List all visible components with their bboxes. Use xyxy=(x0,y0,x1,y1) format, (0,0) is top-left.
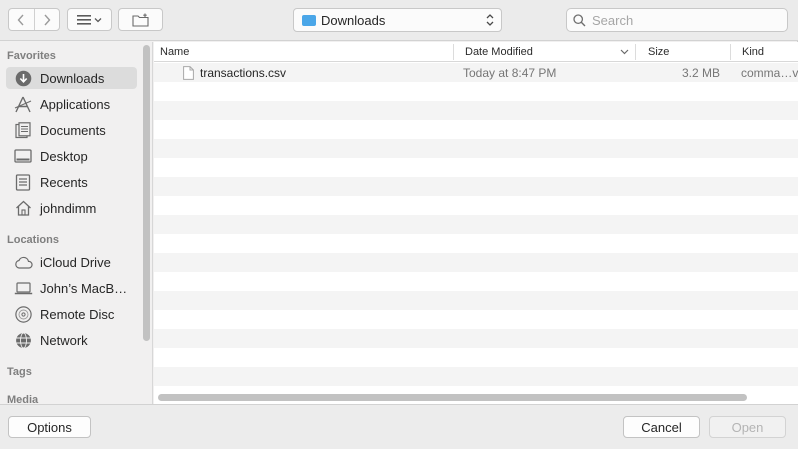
search-input[interactable] xyxy=(592,12,772,28)
back-button[interactable] xyxy=(9,9,34,30)
file-icon xyxy=(183,63,194,82)
table-row xyxy=(154,253,798,272)
table-row xyxy=(154,272,798,291)
sidebar-item-label: iCloud Drive xyxy=(40,254,111,270)
file-size: 3.2 MB xyxy=(681,65,720,80)
sidebar-item-desktop[interactable]: Desktop xyxy=(6,145,137,167)
sidebar-item-applications[interactable]: Applications xyxy=(6,93,137,115)
column-header-name[interactable]: Name xyxy=(154,42,453,62)
column-header-size[interactable]: Size xyxy=(642,42,730,62)
column-divider[interactable] xyxy=(635,44,636,60)
sidebar-item-label: Network xyxy=(40,332,88,348)
back-forward-control xyxy=(8,8,60,31)
locations-heading: Locations xyxy=(7,234,59,246)
sidebar: Favorites Downloads Applications Documen… xyxy=(0,42,153,404)
view-options-button[interactable] xyxy=(67,8,112,31)
sidebar-item-label: Recents xyxy=(40,174,88,190)
file-list: Name Date Modified Size Kind transaction… xyxy=(154,42,798,404)
sidebar-item-label: Documents xyxy=(40,122,106,138)
sidebar-item-icloud-drive[interactable]: iCloud Drive xyxy=(6,251,137,273)
column-divider[interactable] xyxy=(730,44,731,60)
new-folder-icon xyxy=(131,13,149,27)
favorites-heading: Favorites xyxy=(7,50,56,62)
sidebar-item-label: Desktop xyxy=(40,148,88,164)
search-field[interactable] xyxy=(566,8,788,32)
open-button[interactable]: Open xyxy=(709,416,786,438)
table-row xyxy=(154,348,798,367)
search-icon xyxy=(573,13,586,26)
table-row xyxy=(154,177,798,196)
sort-chevron-down-icon xyxy=(620,49,629,55)
table-row xyxy=(154,329,798,348)
table-row-transactions-csv[interactable]: transactions.csv Today at 8:47 PM 3.2 MB… xyxy=(154,63,798,82)
sidebar-item-recents[interactable]: Recents xyxy=(6,171,137,193)
network-icon xyxy=(13,331,33,349)
desktop-icon xyxy=(13,147,33,165)
table-row xyxy=(154,196,798,215)
location-popup[interactable]: Downloads xyxy=(293,8,502,32)
bottom-bar: Options Cancel Open xyxy=(0,404,798,449)
sidebar-item-macbook[interactable]: John’s MacB… xyxy=(6,277,137,299)
sidebar-item-documents[interactable]: Documents xyxy=(6,119,137,141)
new-folder-button[interactable] xyxy=(118,8,163,31)
column-header-kind[interactable]: Kind xyxy=(736,42,798,62)
table-row xyxy=(154,158,798,177)
column-header: Name Date Modified Size Kind xyxy=(154,42,798,62)
recents-icon xyxy=(13,173,33,191)
sidebar-item-downloads[interactable]: Downloads xyxy=(6,67,137,89)
media-heading: Media xyxy=(7,394,39,404)
sidebar-item-label: John’s MacB… xyxy=(40,280,128,296)
chevron-right-icon xyxy=(44,14,51,25)
table-row xyxy=(154,234,798,253)
table-row xyxy=(154,291,798,310)
forward-button[interactable] xyxy=(33,9,60,30)
sidebar-item-home[interactable]: johndimm xyxy=(6,197,137,219)
sidebar-item-label: Applications xyxy=(40,96,111,112)
file-kind: comma…v xyxy=(741,65,798,80)
cancel-button[interactable]: Cancel xyxy=(623,416,700,438)
list-view-icon xyxy=(76,14,101,25)
applications-icon xyxy=(13,95,33,113)
updown-arrows-icon xyxy=(486,14,494,26)
laptop-icon xyxy=(13,279,33,297)
table-row xyxy=(154,367,798,386)
sidebar-item-label: Remote Disc xyxy=(40,306,115,322)
column-divider[interactable] xyxy=(453,44,454,60)
documents-icon xyxy=(13,121,33,139)
cloud-icon xyxy=(13,253,33,271)
table-row xyxy=(154,310,798,329)
file-date-modified: Today at 8:47 PM xyxy=(463,65,557,80)
sidebar-item-label: Downloads xyxy=(40,70,105,86)
open-file-dialog: Downloads Favorites Downloads xyxy=(0,0,798,449)
table-row xyxy=(154,82,798,101)
file-rows: transactions.csv Today at 8:47 PM 3.2 MB… xyxy=(154,63,798,393)
tags-heading: Tags xyxy=(7,366,32,378)
table-row xyxy=(154,215,798,234)
table-row xyxy=(154,120,798,139)
folder-icon xyxy=(302,14,316,26)
sidebar-item-network[interactable]: Network xyxy=(6,329,137,351)
sidebar-item-label: johndimm xyxy=(40,200,97,216)
horizontal-scrollbar[interactable] xyxy=(158,394,747,401)
column-header-label: Date Modified xyxy=(465,46,533,58)
table-row xyxy=(154,101,798,120)
file-name: transactions.csv xyxy=(200,65,287,80)
toolbar: Downloads xyxy=(0,0,798,41)
options-button[interactable]: Options xyxy=(8,416,91,438)
table-row xyxy=(154,139,798,158)
sidebar-item-remote-disc[interactable]: Remote Disc xyxy=(6,303,137,325)
column-header-date[interactable]: Date Modified xyxy=(459,42,635,62)
location-label: Downloads xyxy=(321,12,386,28)
downloads-icon xyxy=(13,69,33,87)
disc-icon xyxy=(13,305,33,323)
home-icon xyxy=(13,199,33,217)
sidebar-scrollbar[interactable] xyxy=(143,45,150,341)
chevron-left-icon xyxy=(17,14,24,25)
